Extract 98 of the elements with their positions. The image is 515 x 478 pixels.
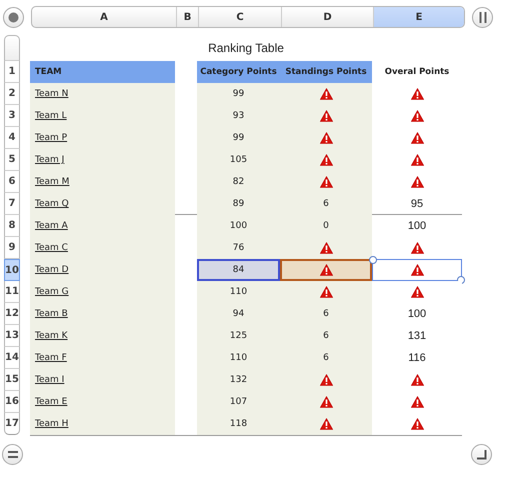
warning-icon	[410, 88, 424, 100]
warning-icon	[410, 176, 424, 188]
warning-icon	[320, 110, 332, 122]
row-header[interactable]: 4	[4, 127, 20, 149]
table-cell: 93	[197, 105, 280, 127]
column-title: Category Points	[197, 61, 280, 83]
table-cell: 82	[197, 171, 280, 193]
row-header[interactable]: 5	[4, 149, 20, 171]
cell-value: 6	[323, 309, 329, 319]
cell-value: 6	[323, 199, 329, 209]
table-cell: 94	[197, 303, 280, 325]
cell-value: 6	[323, 353, 329, 363]
warning-icon	[410, 396, 424, 408]
column-header[interactable]: C	[199, 7, 282, 27]
cell-value: 116	[408, 352, 426, 364]
warning-icon	[320, 396, 332, 408]
row-header[interactable]: 8	[4, 215, 20, 237]
dot-icon	[8, 12, 19, 22]
row-header[interactable]: 17	[4, 413, 20, 435]
team-link[interactable]: Team J	[35, 155, 64, 165]
cell-value: 0	[323, 221, 329, 231]
team-link[interactable]: Team M	[35, 177, 70, 187]
warning-icon	[410, 154, 424, 166]
column-header[interactable]: E	[374, 7, 464, 27]
row-header[interactable]: 1	[4, 61, 20, 83]
team-link[interactable]: Team P	[35, 133, 68, 143]
team-link[interactable]: Team K	[35, 331, 68, 341]
equals-icon	[8, 451, 18, 458]
warning-icon	[410, 374, 424, 386]
table-cell: 89	[197, 193, 280, 215]
table-cell: 118	[197, 413, 280, 435]
warning-icon	[410, 110, 424, 122]
column-title: Standings Points	[280, 61, 372, 83]
team-link[interactable]: Team D	[35, 265, 69, 275]
column-title: TEAM	[30, 61, 175, 83]
table-cell: 105	[197, 149, 280, 171]
table-cell: 110	[197, 281, 280, 303]
table-title: Ranking Table	[207, 40, 285, 57]
warning-icon	[410, 418, 424, 430]
cell-value: 100	[408, 308, 426, 320]
row-header[interactable]: 12	[4, 303, 20, 325]
table-cell: 107	[197, 391, 280, 413]
row-header[interactable]: 2	[4, 83, 20, 105]
row-header[interactable]: 7	[4, 193, 20, 215]
table-cell: 99	[197, 127, 280, 149]
team-link[interactable]: Team H	[35, 419, 68, 429]
row-header[interactable]: 13	[4, 325, 20, 347]
row-header[interactable]: 16	[4, 391, 20, 413]
warning-icon	[320, 132, 332, 144]
pause-icon	[478, 12, 486, 22]
warning-icon	[410, 264, 424, 276]
menu-button[interactable]	[2, 444, 23, 465]
row-header[interactable]: 3	[4, 105, 20, 127]
warning-icon	[410, 286, 424, 298]
row-header[interactable]: 9	[4, 237, 20, 259]
row-header[interactable]: 6	[4, 171, 20, 193]
row-header[interactable]: 15	[4, 369, 20, 391]
team-link[interactable]: Team E	[35, 397, 68, 407]
record-button[interactable]	[3, 6, 24, 28]
team-link[interactable]: Team I	[35, 375, 64, 385]
warning-icon	[320, 418, 332, 430]
warning-icon	[320, 176, 332, 188]
warning-icon	[320, 374, 332, 386]
warning-icon	[320, 88, 332, 100]
table-cell: 84	[197, 259, 280, 281]
team-link[interactable]: Team L	[35, 111, 67, 121]
column-header[interactable]: A	[32, 7, 177, 27]
team-link[interactable]: Team F	[35, 353, 67, 363]
warning-icon	[410, 242, 424, 254]
warning-icon	[320, 286, 332, 298]
row-header[interactable]: 14	[4, 347, 20, 369]
team-link[interactable]: Team C	[35, 243, 68, 253]
column-header[interactable]: B	[177, 7, 199, 27]
team-link[interactable]: Team G	[35, 287, 69, 297]
team-link[interactable]: Team A	[35, 221, 68, 231]
table-cell: 125	[197, 325, 280, 347]
cell-value: 95	[410, 198, 424, 210]
row-header[interactable]: 10	[4, 259, 20, 281]
warning-icon	[320, 242, 332, 254]
table-cell: 76	[197, 237, 280, 259]
warning-icon	[410, 132, 424, 144]
row-header[interactable]: 11	[4, 281, 20, 303]
team-link[interactable]: Team N	[35, 89, 68, 99]
cell-value: 6	[323, 331, 329, 341]
cell-value: 131	[408, 330, 426, 342]
corner-icon	[476, 450, 486, 460]
team-link[interactable]: Team Q	[35, 199, 69, 209]
warning-icon	[320, 154, 332, 166]
corner-header	[4, 35, 20, 61]
table-cell: 132	[197, 369, 280, 391]
resize-button[interactable]	[471, 444, 492, 465]
table-cell: 100	[197, 215, 280, 237]
team-link[interactable]: Team B	[35, 309, 68, 319]
table-cell: 110	[197, 347, 280, 369]
pause-button[interactable]	[472, 6, 493, 28]
cell-value: 100	[408, 220, 426, 232]
table-cell: 99	[197, 83, 280, 105]
warning-icon	[320, 264, 332, 276]
